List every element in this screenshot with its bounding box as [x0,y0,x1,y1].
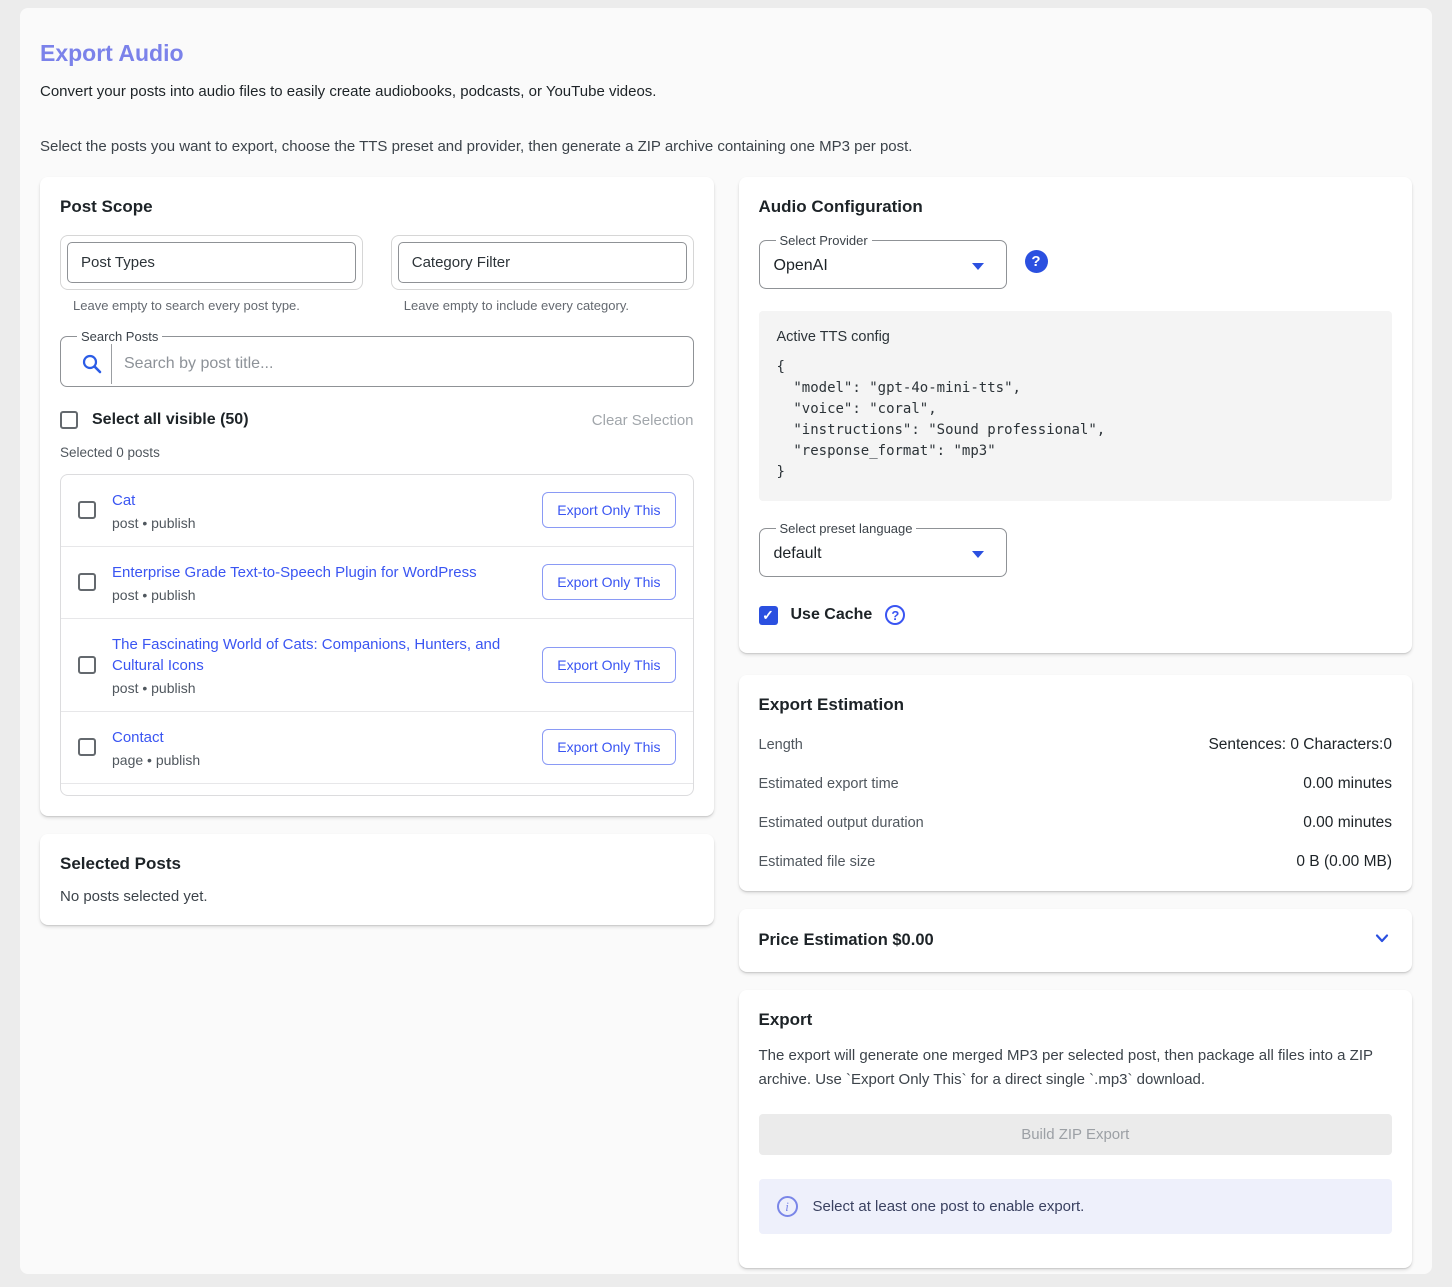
selected-posts-heading: Selected Posts [60,854,694,874]
info-icon: i [777,1196,798,1217]
select-all-checkbox[interactable] [60,411,78,429]
post-scope-card: Post Scope Post Types Leave empty to sea… [40,177,714,816]
export-only-this-button[interactable]: Export Only This [542,647,675,683]
provider-select-value: OpenAI [774,257,828,275]
export-audio-page: Export Audio Convert your posts into aud… [20,8,1432,1274]
estimation-value: 0.00 minutes [1303,775,1392,793]
post-row: Enterprise Grade Text-to-Speech Plugin f… [61,546,693,618]
post-row: Contact page • publish Export Only This [61,711,693,783]
post-meta: post • publish [112,587,516,603]
post-title-link[interactable]: Cat [112,490,516,512]
tts-config-label: Active TTS config [777,329,1375,345]
caret-down-icon [972,551,984,558]
clear-selection-button[interactable]: Clear Selection [592,412,694,429]
category-filter-select[interactable]: Category Filter [391,235,694,290]
estimation-row: Length Sentences: 0 Characters:0 [759,736,1393,754]
estimation-row: Estimated output duration 0.00 minutes [759,814,1393,832]
export-description: The export will generate one merged MP3 … [759,1044,1393,1092]
estimation-label: Estimated file size [759,854,876,870]
export-estimation-heading: Export Estimation [759,695,1393,715]
preset-language-label: Select preset language [776,521,917,536]
select-all-label: Select all visible (50) [92,411,249,429]
use-cache-label: Use Cache [791,606,873,624]
post-checkbox[interactable] [78,573,96,591]
category-filter-select-label: Category Filter [398,242,687,283]
export-only-this-button[interactable]: Export Only This [542,492,675,528]
chevron-down-icon [1372,928,1392,953]
selected-posts-card: Selected Posts No posts selected yet. [40,834,714,925]
post-scope-heading: Post Scope [60,197,694,217]
estimation-value: Sentences: 0 Characters:0 [1208,736,1392,754]
export-alert: i Select at least one post to enable exp… [759,1179,1393,1234]
estimation-row: Estimated file size 0 B (0.00 MB) [759,853,1393,871]
estimation-label: Estimated output duration [759,815,924,831]
price-estimation-heading: Price Estimation $0.00 [759,931,934,950]
estimation-row: Estimated export time 0.00 minutes [759,775,1393,793]
post-meta: post • publish [112,680,516,696]
search-input[interactable] [111,344,681,384]
post-title-link[interactable]: Contact [112,727,516,749]
provider-help-icon[interactable]: ? [1025,250,1048,273]
post-list-clipped-row [61,783,693,795]
price-estimation-toggle[interactable]: Price Estimation $0.00 [739,909,1413,972]
use-cache-help-icon[interactable]: ? [885,605,905,625]
post-row: Cat post • publish Export Only This [61,475,693,546]
provider-select-label: Select Provider [776,233,872,248]
export-heading: Export [759,1010,1393,1030]
provider-select[interactable]: Select Provider OpenAI [759,233,1007,289]
right-column: Audio Configuration Select Provider Open… [739,177,1413,1268]
audio-configuration-card: Audio Configuration Select Provider Open… [739,177,1413,653]
post-row: The Fascinating World of Cats: Companion… [61,618,693,712]
export-estimation-card: Export Estimation Length Sentences: 0 Ch… [739,675,1413,891]
search-posts-label: Search Posts [77,329,162,344]
post-checkbox[interactable] [78,656,96,674]
tts-config-block: Active TTS config { "model": "gpt-4o-min… [759,311,1393,501]
selected-count-text: Selected 0 posts [60,445,694,460]
post-meta: post • publish [112,515,516,531]
estimation-value: 0.00 minutes [1303,814,1392,832]
left-column: Post Scope Post Types Leave empty to sea… [40,177,714,925]
estimation-label: Length [759,737,803,753]
post-list: Cat post • publish Export Only This Ente… [60,474,694,796]
build-zip-export-button[interactable]: Build ZIP Export [759,1114,1393,1155]
estimation-value: 0 B (0.00 MB) [1296,853,1392,871]
post-types-select-label: Post Types [67,242,356,283]
selected-posts-empty-text: No posts selected yet. [60,888,694,905]
post-meta: page • publish [112,752,516,768]
page-title: Export Audio [40,40,1412,67]
export-card: Export The export will generate one merg… [739,990,1413,1268]
post-types-select[interactable]: Post Types [60,235,363,290]
post-checkbox[interactable] [78,738,96,756]
post-types-helper: Leave empty to search every post type. [60,298,363,313]
caret-down-icon [972,263,984,270]
post-title-link[interactable]: Enterprise Grade Text-to-Speech Plugin f… [112,562,516,584]
category-filter-helper: Leave empty to include every category. [391,298,694,313]
post-title-link[interactable]: The Fascinating World of Cats: Companion… [112,634,516,678]
estimation-label: Estimated export time [759,776,899,792]
tts-config-json: { "model": "gpt-4o-mini-tts", "voice": "… [777,357,1375,483]
use-cache-checkbox[interactable]: ✓ [759,606,778,625]
audio-configuration-heading: Audio Configuration [759,197,1393,217]
search-icon [73,344,111,384]
page-instructions: Select the posts you want to export, cho… [40,138,1412,155]
search-posts-field: Search Posts [60,329,694,387]
page-subtitle: Convert your posts into audio files to e… [40,83,1412,100]
export-alert-text: Select at least one post to enable expor… [813,1198,1085,1215]
post-types-filter: Post Types Leave empty to search every p… [60,235,363,313]
category-filter: Category Filter Leave empty to include e… [391,235,694,313]
export-only-this-button[interactable]: Export Only This [542,729,675,765]
preset-language-select[interactable]: Select preset language default [759,521,1007,577]
preset-language-value: default [774,545,822,563]
post-checkbox[interactable] [78,501,96,519]
export-only-this-button[interactable]: Export Only This [542,564,675,600]
